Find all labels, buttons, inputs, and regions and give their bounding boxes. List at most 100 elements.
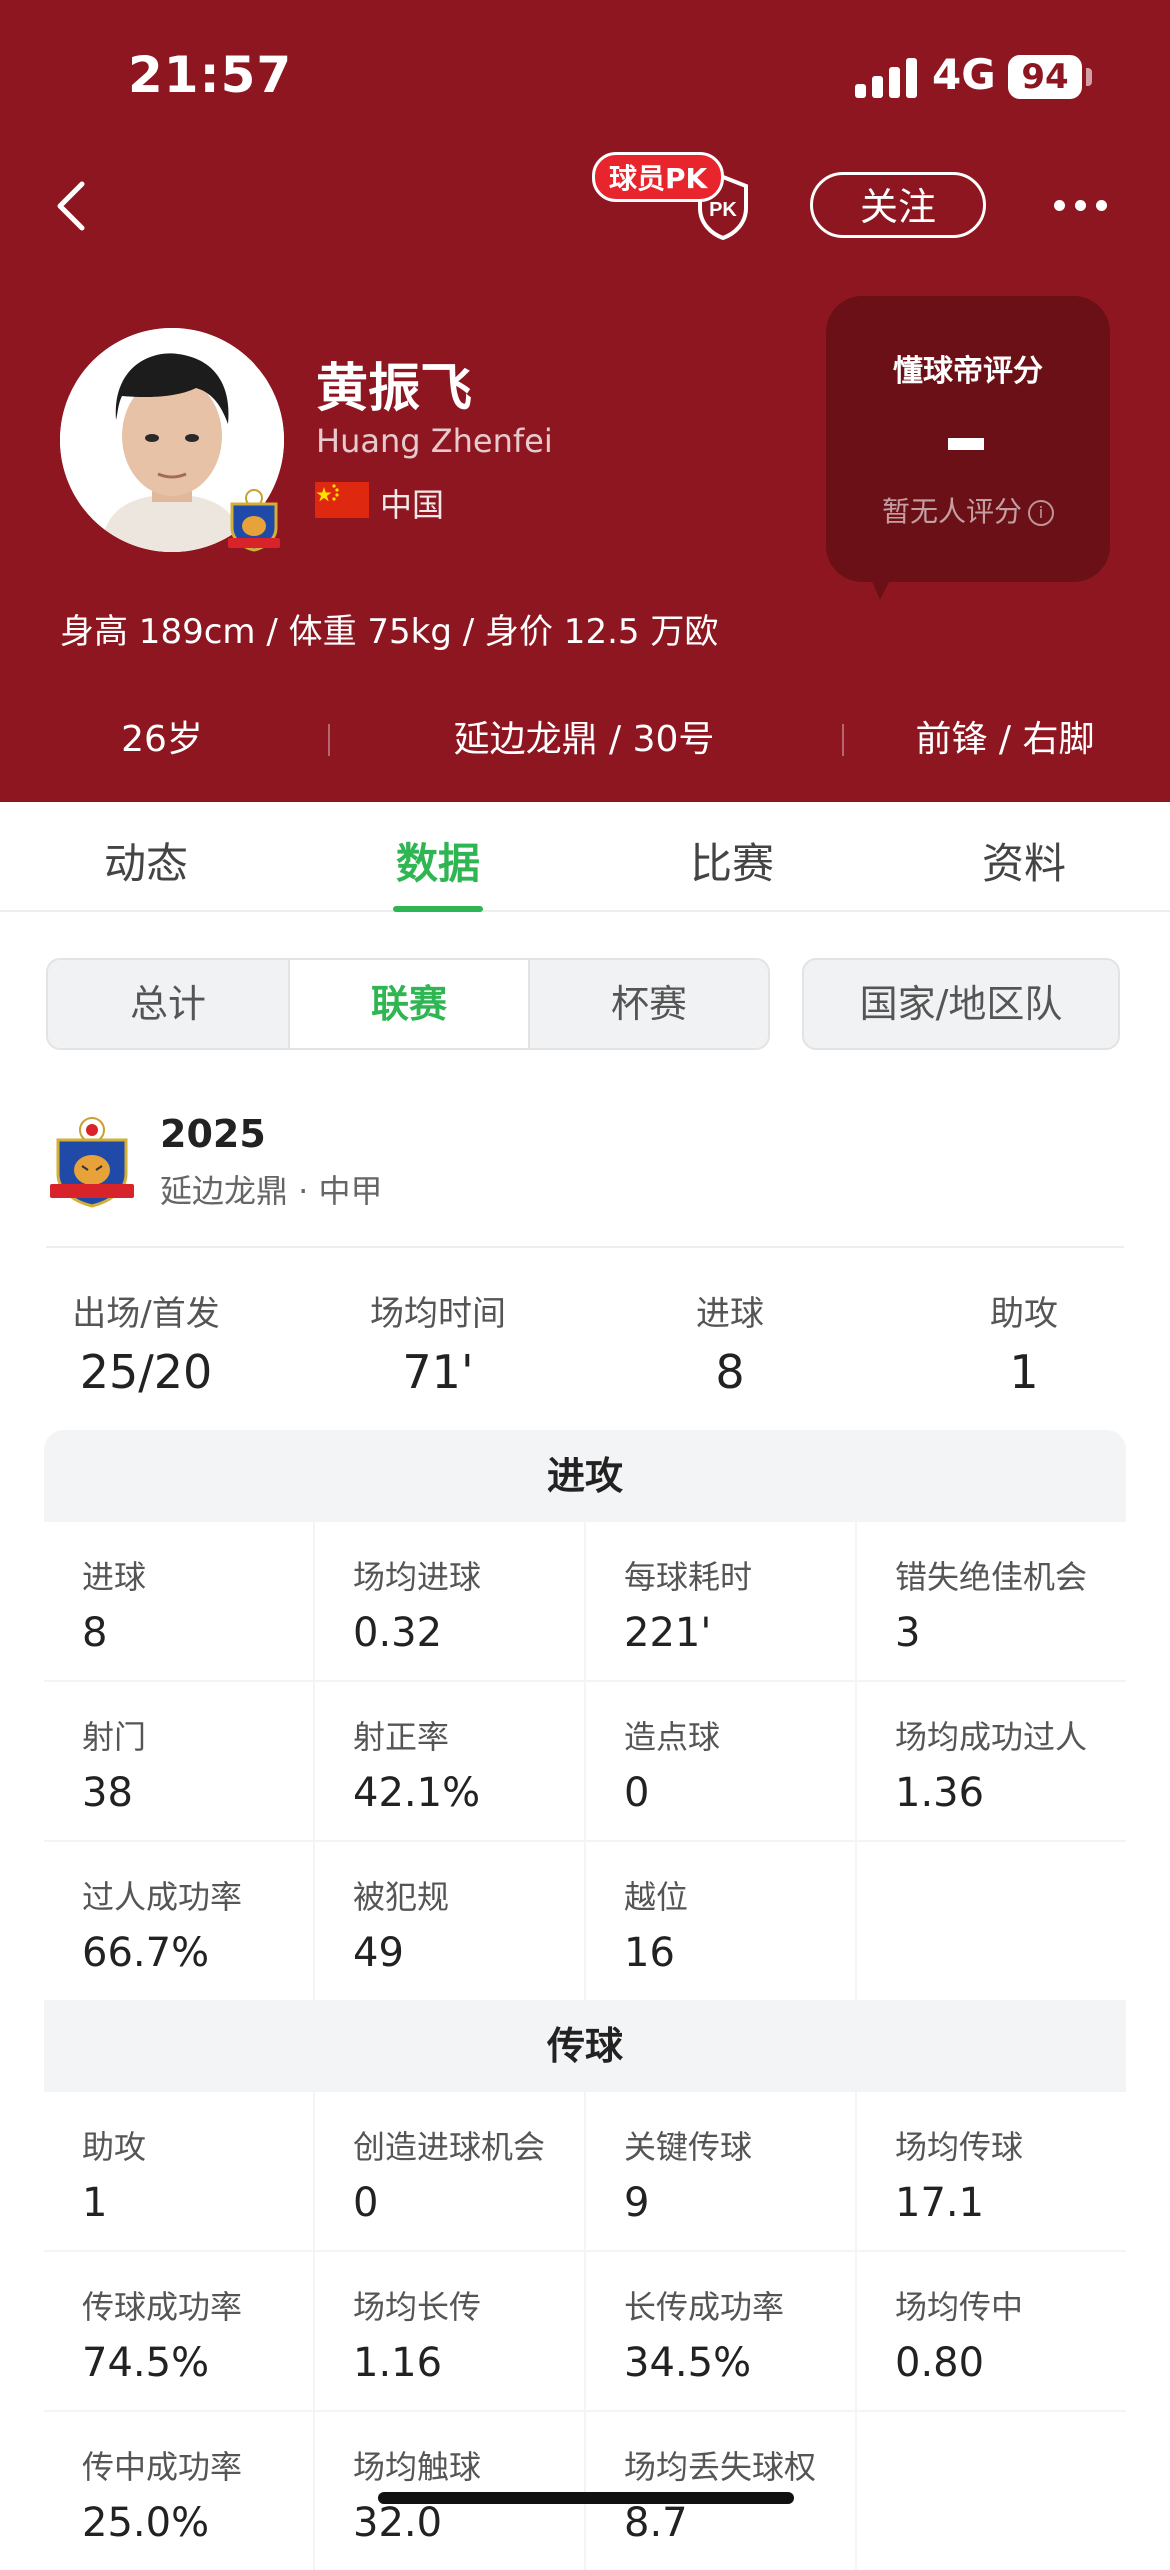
section-attack: 进攻 [44,1430,1126,1522]
stat-label: 射正率 [353,1718,450,1756]
stat-grid: 进球 8 场均进球 0.32 每球耗时 221' 错失绝佳机会 3 射门 38 射正率 42.1% 造点… [44,1522,1126,2000]
stat-value: 3 [895,1610,921,1656]
stat-cell: 长传成功率 34.5% [586,2252,855,2410]
status-time: 21:57 [128,46,293,104]
stats-table: 进攻 进球 8 场均进球 0.32 每球耗时 221' 错失绝佳机会 3 射门 38 射正率 42.1%… [44,1430,1126,2570]
tab-bar: 动态 数据 比赛 资料 [0,802,1170,912]
stat-cell: 传中成功率 25.0% [44,2412,313,2570]
segment-national-team[interactable]: 国家/地区队 [802,958,1120,1050]
stat-cell: 场均长传 1.16 [315,2252,584,2410]
player-position-foot: 前锋 / 右脚 [915,719,1095,760]
stat-cell: 场均成功过人 1.36 [857,1682,1126,1840]
stat-value: 1 [82,2180,108,2226]
stat-label: 关键传球 [624,2128,753,2166]
stat-value: 34.5% [624,2340,752,2386]
more-options-icon[interactable] [1054,200,1108,212]
summary-goals: 进球 8 [610,1286,850,1399]
summary-label: 出场/首发 [72,1294,220,1334]
season-divider [46,1246,1124,1248]
meta-divider [842,724,844,756]
stat-value: 221' [624,1610,712,1656]
segment-league[interactable]: 联赛 [290,960,528,1048]
stat-cell: 场均传球 17.1 [857,2092,1126,2250]
stat-cell: 进球 8 [44,1522,313,1680]
stat-label: 错失绝佳机会 [895,1558,1088,1596]
stat-cell: 创造进球机会 0 [315,2092,584,2250]
stat-value: 1.36 [895,1770,985,1816]
follow-button[interactable]: 关注 [810,172,986,238]
stat-label: 被犯规 [353,1878,450,1916]
rating-bubble-tail [868,572,894,600]
stat-label: 传中成功率 [82,2448,243,2486]
network-type: 4G [932,50,996,99]
player-club-number[interactable]: 延边龙鼎 / 30号 [384,710,784,762]
stat-value: 42.1% [353,1770,481,1816]
back-arrow-icon[interactable] [52,180,92,232]
summary-minutes: 场均时间 71' [318,1286,558,1399]
competition-segment: 总计 联赛 杯赛 [46,958,770,1050]
stat-cell: 场均丢失球权 8.7 [586,2412,855,2570]
stat-cell: 射正率 42.1% [315,1682,584,1840]
stat-value: 16 [624,1930,675,1976]
stat-label: 射门 [82,1718,147,1756]
stat-label: 造点球 [624,1718,721,1756]
stat-label: 场均传球 [895,2128,1024,2166]
stat-label: 场均进球 [353,1558,482,1596]
stat-value: 17.1 [895,2180,985,2226]
segment-cup[interactable]: 杯赛 [530,960,768,1048]
player-meta-row: 26岁 延边龙鼎 / 30号 前锋 / 右脚 [0,710,1170,770]
tab-data[interactable]: 数据 [338,830,538,891]
stat-cell: 错失绝佳机会 3 [857,1522,1126,1680]
stat-value: 38 [82,1770,133,1816]
stat-label: 助攻 [82,2128,147,2166]
season-year: 2025 [160,1112,266,1156]
country-label: 中国 [380,486,445,524]
stat-cell-empty [857,2412,1126,2570]
summary-appearances: 出场/首发 25/20 [26,1286,266,1399]
meta-divider [328,724,330,756]
stat-label: 长传成功率 [624,2288,785,2326]
tab-matches[interactable]: 比赛 [632,830,832,891]
segment-total[interactable]: 总计 [48,960,288,1048]
tab-feed[interactable]: 动态 [46,830,246,891]
player-pk-button[interactable]: PK 球员PK [592,152,752,240]
battery-tip [1086,68,1092,86]
stat-cell: 过人成功率 66.7% [44,1842,313,2000]
stat-cell: 关键传球 9 [586,2092,855,2250]
section-passing: 传球 [44,2000,1126,2092]
stat-cell: 场均传中 0.80 [857,2252,1126,2410]
stat-label: 场均成功过人 [895,1718,1088,1756]
stat-value: 0 [624,1770,650,1816]
summary-value: 8 [715,1345,745,1399]
stat-cell: 助攻 1 [44,2092,313,2250]
tab-profile[interactable]: 资料 [924,830,1124,891]
summary-value: 25/20 [79,1345,213,1399]
stat-cell: 越位 16 [586,1842,855,2000]
player-name-en: Huang Zhenfei [316,422,553,460]
stat-value: 9 [624,2180,650,2226]
stat-value: 8.7 [624,2500,688,2546]
stat-cell: 场均触球 32.0 [315,2412,584,2570]
stat-cell: 造点球 0 [586,1682,855,1840]
stat-label: 场均丢失球权 [624,2448,817,2486]
info-icon[interactable]: i [1028,500,1054,526]
stat-label: 传球成功率 [82,2288,243,2326]
club-badge-icon [228,489,280,552]
stat-label: 创造进球机会 [353,2128,546,2166]
stat-value: 25.0% [82,2500,210,2546]
club-logo-icon [50,1117,134,1208]
rating-card[interactable]: 懂球帝评分 暂无人评分 i [826,296,1110,582]
player-name: 黄振飞 [316,359,473,419]
summary-label: 进球 [696,1294,764,1334]
player-age: 26岁 [121,719,203,760]
china-flag-icon [315,482,369,518]
season-league: 延边龙鼎 · 中甲 [160,1172,383,1210]
signal-icon [855,58,917,98]
stat-value: 66.7% [82,1930,210,1976]
stat-cell: 被犯规 49 [315,1842,584,2000]
tab-active-indicator [393,906,483,912]
home-indicator [378,2492,794,2504]
body-info: 身高 189cm / 体重 75kg / 身价 12.5 万欧 [60,612,719,652]
rating-subtitle-text: 暂无人评分 [881,495,1022,528]
stat-cell: 射门 38 [44,1682,313,1840]
